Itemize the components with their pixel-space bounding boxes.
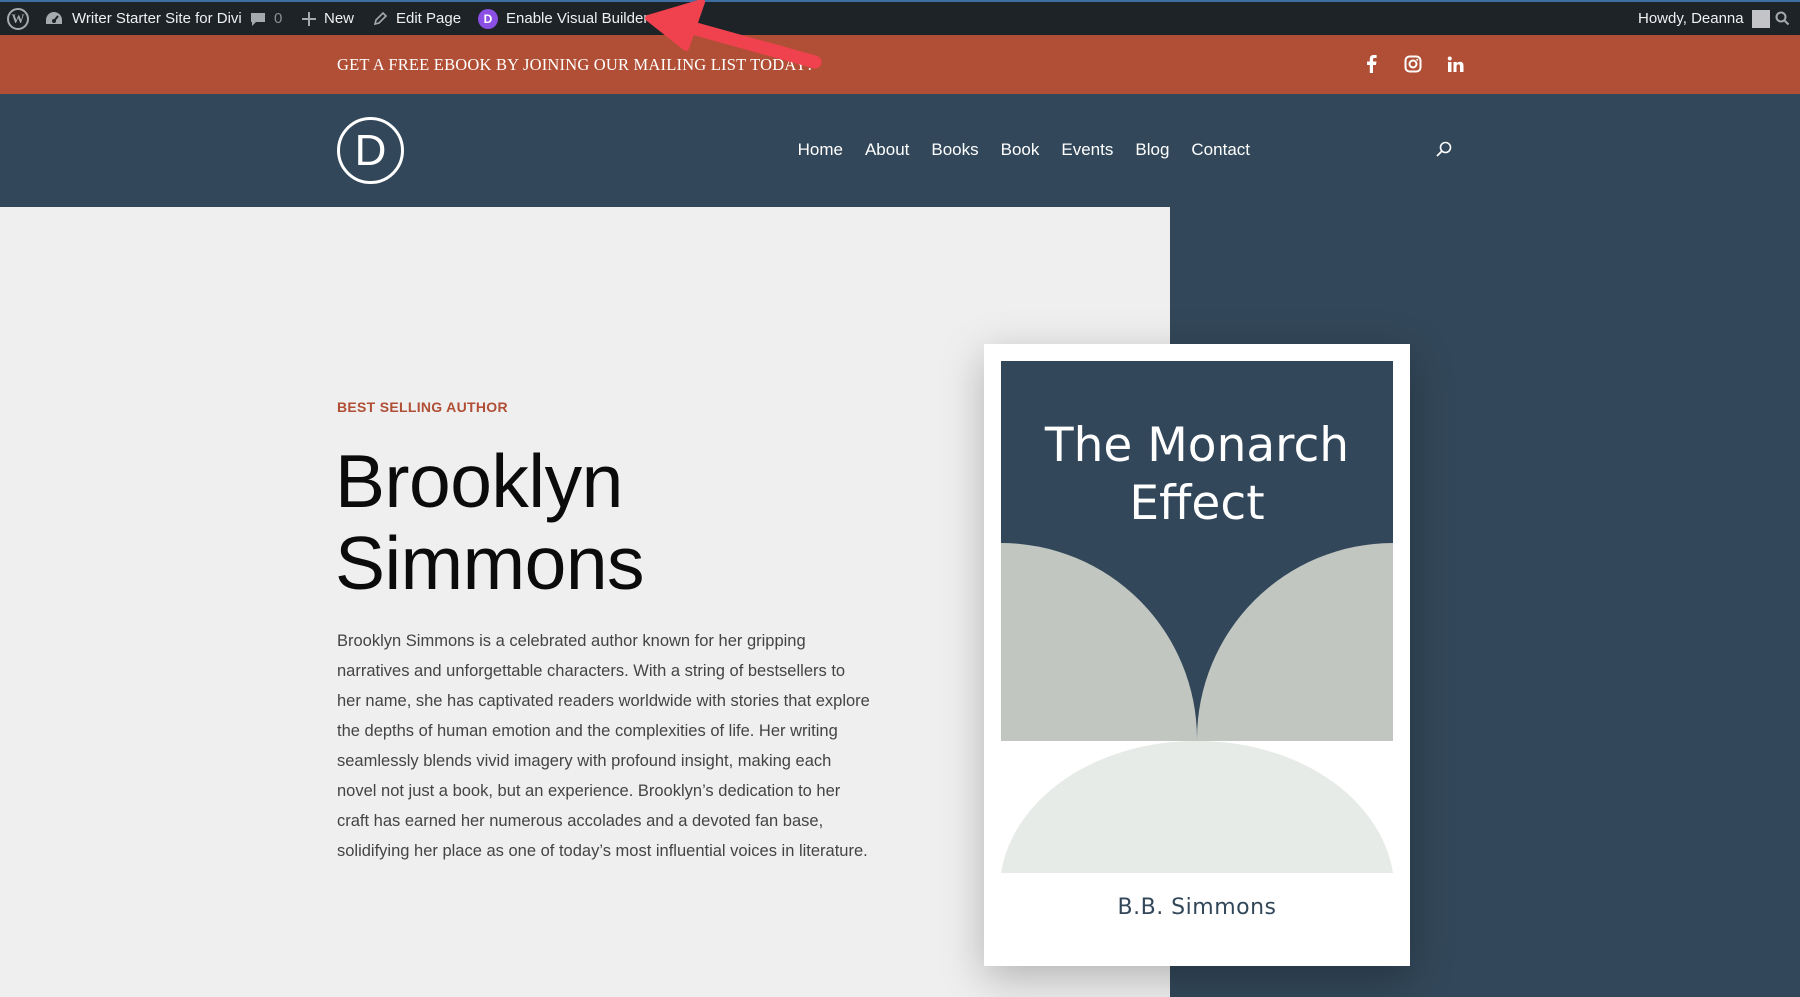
hero-bio: Brooklyn Simmons is a celebrated author … (337, 632, 870, 860)
new-content-menu[interactable]: New (302, 2, 354, 35)
book-title: The Monarch Effect (1001, 417, 1393, 533)
nav-item-home[interactable]: Home (798, 140, 843, 160)
site-header: D Home About Books Book Events Blog Cont… (0, 94, 1800, 207)
book-title-line1: The Monarch (1044, 418, 1350, 473)
hero-title-line1: Brooklyn (335, 439, 623, 523)
book-cover: The Monarch Effect (1001, 361, 1393, 901)
plus-icon (302, 11, 316, 26)
hero-eyebrow: BEST SELLING AUTHOR (337, 399, 508, 415)
promo-bar: GET A FREE EBOOK BY JOINING OUR MAILING … (0, 35, 1800, 94)
nav-item-book[interactable]: Book (1001, 140, 1040, 160)
admin-search-button[interactable] (1775, 2, 1790, 35)
greeting-label: Howdy, Deanna (1638, 10, 1744, 27)
nav-item-about[interactable]: About (865, 140, 909, 160)
hero-title-line2: Simmons (335, 521, 645, 605)
search-icon[interactable] (1436, 141, 1452, 157)
logo-letter: D (354, 125, 387, 175)
wordpress-icon: W (7, 7, 29, 30)
site-logo[interactable]: D (337, 117, 404, 184)
wp-admin-bar: W Writer Starter Site for Divi 0 New Edi… (0, 0, 1800, 35)
book-author: B.B. Simmons (1117, 895, 1277, 920)
book-cover-card[interactable]: The Monarch Effect B.B. Simmons (984, 344, 1410, 966)
nav-item-blog[interactable]: Blog (1135, 140, 1169, 160)
enable-visual-builder-link[interactable]: D Enable Visual Builder (478, 2, 648, 35)
dashboard-icon (44, 10, 64, 28)
annotation-arrow-icon (645, 0, 822, 69)
site-name-label: Writer Starter Site for Divi (72, 10, 242, 27)
linkedin-icon[interactable] (1443, 52, 1467, 76)
avatar (1751, 9, 1770, 28)
hero-title: Brooklyn Simmons (335, 440, 835, 604)
pencil-icon (373, 11, 388, 26)
book-title-line2: Effect (1129, 476, 1265, 531)
comments-menu[interactable]: 0 (250, 2, 282, 35)
comments-count: 0 (274, 10, 283, 27)
divi-icon: D (478, 8, 498, 29)
site-name-menu[interactable]: Writer Starter Site for Divi (44, 2, 242, 35)
visual-builder-label: Enable Visual Builder (506, 10, 649, 27)
comment-icon (250, 11, 266, 27)
new-label: New (324, 10, 355, 27)
edit-page-label: Edit Page (396, 10, 462, 27)
search-icon (1775, 11, 1790, 26)
facebook-icon[interactable] (1359, 52, 1383, 76)
nav-item-contact[interactable]: Contact (1191, 140, 1250, 160)
nav-item-books[interactable]: Books (931, 140, 978, 160)
account-menu[interactable]: Howdy, Deanna (1638, 2, 1770, 35)
main-nav: Home About Books Book Events Blog Contac… (798, 140, 1250, 160)
wp-logo-menu[interactable]: W (7, 2, 29, 35)
instagram-icon[interactable] (1401, 52, 1425, 76)
edit-page-link[interactable]: Edit Page (373, 2, 461, 35)
nav-item-events[interactable]: Events (1061, 140, 1113, 160)
